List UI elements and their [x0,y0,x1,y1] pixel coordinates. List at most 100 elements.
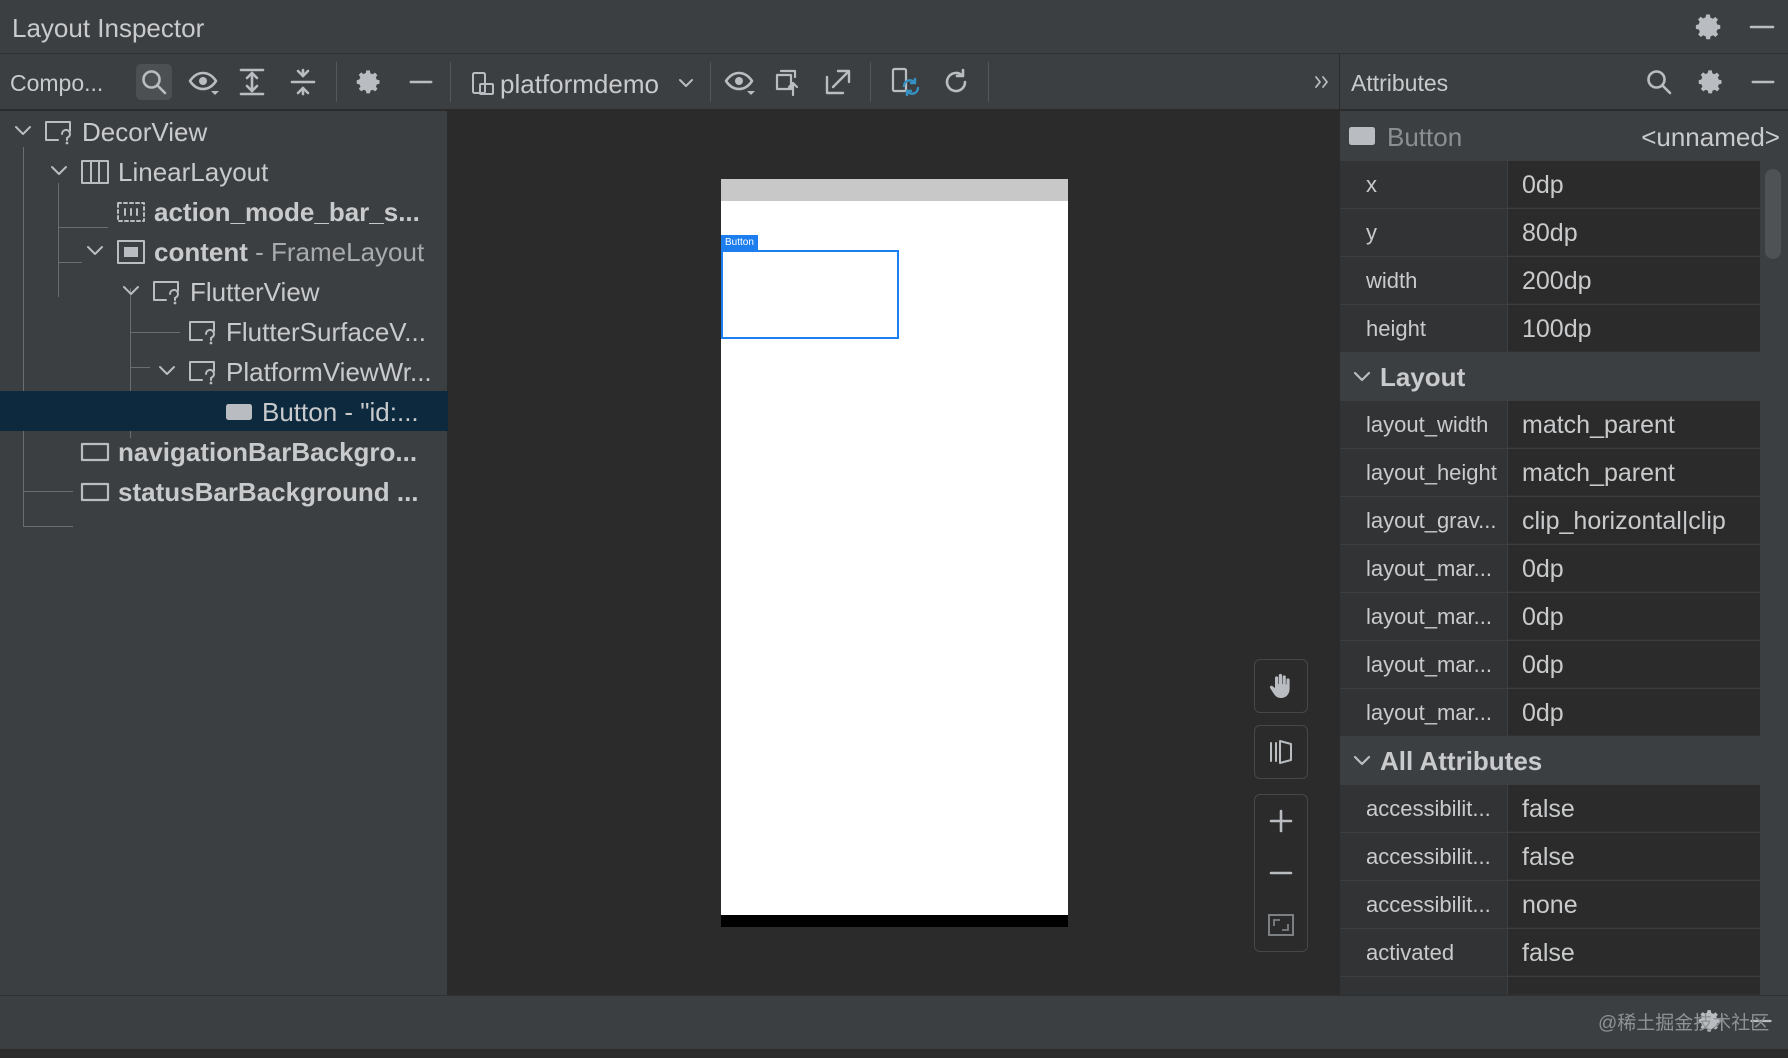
toolbar: Compo... platformdemo Attributes [0,54,1788,110]
minimize-icon[interactable] [1747,12,1777,42]
tree-item-decorview[interactable]: DecorView [0,111,448,151]
view-options-eye-icon[interactable] [186,64,222,100]
tree-item-linearlayout[interactable]: LinearLayout [0,151,448,191]
attribute-row-layout-gravity[interactable]: layout_grav... clip_horizontal|clip [1340,497,1760,544]
export-icon[interactable] [820,64,856,100]
zoom-in-icon[interactable] [1255,795,1307,847]
zoom-out-icon[interactable] [1255,847,1307,899]
attribute-row-activated[interactable]: activated false [1340,929,1760,976]
attribute-row-layout-margin[interactable]: layout_mar... 0dp [1340,689,1760,736]
view-stub-icon [117,202,145,222]
status-bar [0,995,1788,1049]
process-name: platformdemo [500,69,659,99]
chevron-down-icon[interactable] [13,121,33,141]
layer-spacing-tool-group [1254,725,1308,779]
attributes-scrollbar[interactable] [1765,169,1781,259]
settings-gear-icon[interactable] [1694,12,1724,42]
live-updates-eye-icon[interactable] [722,64,758,100]
tree-item-label: Button - "id:... [262,397,419,427]
device-preview-canvas[interactable]: Button [449,111,1339,995]
load-overlay-icon[interactable] [770,64,806,100]
tree-item-navigationbarbackground[interactable]: navigationBarBackgro... [0,431,448,471]
process-selector[interactable]: platformdemo [468,62,696,102]
chevron-down-icon[interactable] [157,361,177,381]
tree-item-statusbarbackground[interactable]: statusBarBackground ... [0,471,448,511]
view-icon [80,442,110,462]
tree-item-platformviewwrapper[interactable]: PlatformViewWr... [0,351,448,391]
attributes-minimize-icon[interactable] [1745,64,1781,100]
all-attributes-section-header[interactable]: All Attributes [1340,737,1760,784]
selected-view-class: Button [1387,122,1463,152]
zoom-to-fit-icon[interactable] [1255,899,1307,951]
attribute-row-accessibility[interactable]: accessibilit... false [1340,833,1760,880]
attributes-search-icon[interactable] [1641,64,1677,100]
view-unknown-icon [45,121,71,145]
attribute-row-partial[interactable] [1340,977,1760,995]
component-tree: DecorView LinearLayout action_mode_bar_s… [0,111,448,995]
pan-tool-group [1254,659,1308,713]
device-screen[interactable]: Button [721,179,1068,927]
chevron-down-icon[interactable] [1352,751,1372,771]
attribute-row-width[interactable]: width 200dp [1340,257,1760,304]
tree-item-label: DecorView [82,117,208,147]
snapshot-sync-icon[interactable] [888,64,924,100]
pan-hand-icon[interactable] [1255,660,1307,712]
expand-all-icon[interactable] [234,64,270,100]
linear-layout-icon [81,160,109,184]
tree-item-action-mode-bar[interactable]: action_mode_bar_s... [0,191,448,231]
bottom-edge [0,1049,1788,1058]
tree-minimize-icon[interactable] [403,64,439,100]
tree-item-button[interactable]: Button - "id:... [0,391,448,431]
attribute-row-accessibility[interactable]: accessibilit... false [1340,785,1760,832]
view-unknown-icon [153,281,179,305]
chevron-down-icon[interactable] [85,241,105,261]
attribute-row-layout-width[interactable]: layout_width match_parent [1340,401,1760,448]
selected-button-bounds[interactable] [721,250,899,339]
device-navigation-bar[interactable] [721,915,1068,927]
attributes-settings-gear-icon[interactable] [1693,64,1729,100]
title-bar: Layout Inspector [0,0,1788,54]
attribute-row-accessibility[interactable]: accessibilit... none [1340,881,1760,928]
layer-spacing-icon[interactable] [1255,726,1307,778]
view-icon [80,482,110,502]
tree-item-label: navigationBarBackgro... [118,437,418,467]
attribute-row-layout-height[interactable]: layout_height match_parent [1340,449,1760,496]
tree-item-label: content - FrameLayout [154,237,425,267]
tree-item-label: FlutterSurfaceV... [226,317,426,347]
refresh-icon[interactable] [938,64,974,100]
tree-item-label: PlatformViewWr... [226,357,432,387]
attribute-row-height[interactable]: height 100dp [1340,305,1760,352]
tree-settings-gear-icon[interactable] [351,64,387,100]
tree-item-flutterview[interactable]: FlutterView [0,271,448,311]
component-tree-tab[interactable]: Compo... [10,70,103,97]
attributes-panel-title: Attributes [1351,70,1449,96]
tree-item-label: statusBarBackground ... [118,477,419,507]
attribute-row-layout-margin[interactable]: layout_mar... 0dp [1340,545,1760,592]
attributes-panel: Button <unnamed> x 0dp y 80dp width 200dp h… [1340,111,1788,995]
view-unknown-icon [189,321,215,345]
view-unknown-icon [189,361,215,385]
selected-view-id: <unnamed> [1641,122,1780,152]
attribute-row-layout-margin[interactable]: layout_mar... 0dp [1340,593,1760,640]
attribute-row-layout-margin[interactable]: layout_mar... 0dp [1340,641,1760,688]
attribute-row-y[interactable]: y 80dp [1340,209,1760,256]
zoom-tool-group [1254,794,1308,952]
collapse-all-icon[interactable] [285,64,321,100]
watermark: @稀土掘金技术社区 [1598,1013,1770,1034]
tree-item-fluttersurfaceview[interactable]: FlutterSurfaceV... [0,311,448,351]
chevron-down-icon[interactable] [121,281,141,301]
tree-item-label: FlutterView [190,277,320,307]
device-status-bar[interactable] [721,179,1068,201]
chevron-down-icon[interactable] [1352,367,1372,387]
chevron-down-icon[interactable] [49,161,69,181]
attributes-header: Button <unnamed> [1340,111,1788,161]
layout-section-header[interactable]: Layout [1340,353,1760,400]
button-icon [1349,127,1375,145]
more-chevron-icon[interactable] [1304,64,1340,100]
chevron-down-icon [679,79,693,87]
search-icon[interactable] [136,64,172,100]
frame-layout-icon [117,240,145,264]
tree-item-label: action_mode_bar_s... [154,197,420,227]
attribute-row-x[interactable]: x 0dp [1340,161,1760,208]
tree-item-content[interactable]: content - FrameLayout [0,231,448,271]
